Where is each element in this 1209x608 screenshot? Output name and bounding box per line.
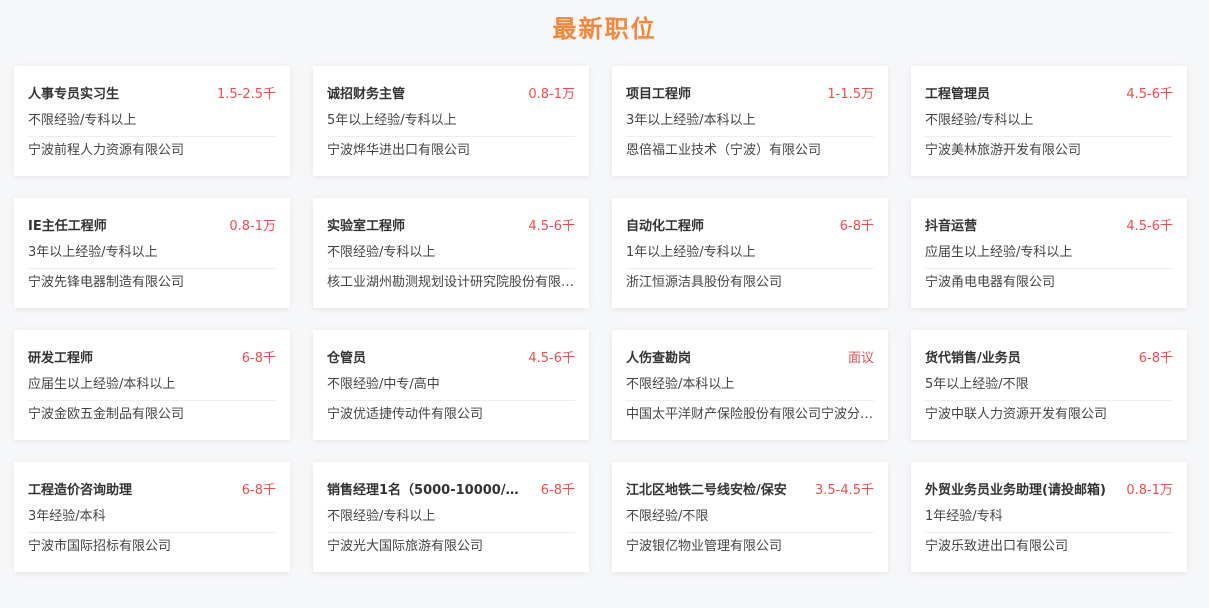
job-requirement: 1年以上经验/专科以上: [626, 245, 756, 260]
company-name[interactable]: 宁波金欧五金制品有限公司: [28, 405, 276, 425]
job-title[interactable]: 抖音运营: [925, 215, 977, 234]
job-title[interactable]: 人事专员实习生: [28, 83, 119, 102]
company-name[interactable]: 宁波烨华进出口有限公司: [327, 141, 575, 161]
job-requirement: 应届生以上经验/专科以上: [925, 245, 1073, 260]
latest-jobs-page: 最新职位 人事专员实习生 1.5-2.5千 不限经验/专科以上 宁波前程人力资源…: [0, 0, 1209, 608]
job-title[interactable]: 外贸业务员业务助理(请投邮箱): [925, 479, 1106, 498]
job-requirement: 3年以上经验/本科以上: [626, 113, 756, 128]
job-title[interactable]: 项目工程师: [626, 83, 691, 102]
company-name[interactable]: 恩倍福工业技术（宁波）有限公司: [626, 141, 874, 161]
job-salary: 6-8千: [1138, 350, 1173, 366]
company-name[interactable]: 宁波先锋电器制造有限公司: [28, 273, 276, 293]
section-title: 最新职位: [552, 15, 657, 43]
job-card[interactable]: 抖音运营 4.5-6千 应届生以上经验/专科以上 宁波甬电电器有限公司: [911, 198, 1187, 308]
job-requirement: 3年以上经验/专科以上: [28, 245, 158, 260]
job-requirement: 3年经验/本科: [28, 509, 106, 524]
job-requirement: 1年经验/专科: [925, 509, 1003, 524]
job-salary: 1.5-2.5千: [216, 86, 276, 102]
company-name[interactable]: 宁波乐致进出口有限公司: [925, 537, 1173, 557]
job-salary: 4.5-6千: [1126, 218, 1173, 234]
job-title[interactable]: 销售经理1名（5000-10000/月）: [327, 479, 527, 498]
job-requirement: 应届生以上经验/本科以上: [28, 377, 176, 392]
divider: [626, 400, 874, 401]
job-card[interactable]: 诚招财务主管 0.8-1万 5年以上经验/专科以上 宁波烨华进出口有限公司: [313, 66, 589, 176]
job-salary: 面议: [847, 350, 874, 366]
job-title[interactable]: IE主任工程师: [28, 215, 107, 234]
job-requirement: 不限经验/专科以上: [925, 113, 1034, 128]
job-title[interactable]: 工程造价咨询助理: [28, 479, 132, 498]
job-salary: 1-1.5万: [827, 86, 874, 102]
divider: [28, 400, 276, 401]
job-salary: 6-8千: [540, 482, 575, 498]
job-title[interactable]: 货代销售/业务员: [925, 347, 1021, 366]
job-salary: 0.8-1万: [1126, 482, 1173, 498]
company-name[interactable]: 宁波银亿物业管理有限公司: [626, 537, 874, 557]
job-card[interactable]: 仓管员 4.5-6千 不限经验/中专/高中 宁波优适捷传动件有限公司: [313, 330, 589, 440]
job-card[interactable]: 自动化工程师 6-8千 1年以上经验/专科以上 浙江恒源洁具股份有限公司: [612, 198, 888, 308]
job-card[interactable]: 研发工程师 6-8千 应届生以上经验/本科以上 宁波金欧五金制品有限公司: [14, 330, 290, 440]
divider: [28, 532, 276, 533]
job-title[interactable]: 人伤查勘岗: [626, 347, 691, 366]
job-card[interactable]: 实验室工程师 4.5-6千 不限经验/专科以上 核工业湖州勘测规划设计研究院股份…: [313, 198, 589, 308]
job-salary: 3.5-4.5千: [814, 482, 874, 498]
job-card[interactable]: 江北区地铁二号线安检/保安 3.5-4.5千 不限经验/不限 宁波银亿物业管理有…: [612, 462, 888, 572]
job-card[interactable]: 销售经理1名（5000-10000/月） 6-8千 不限经验/专科以上 宁波光大…: [313, 462, 589, 572]
job-card[interactable]: 外贸业务员业务助理(请投邮箱) 0.8-1万 1年经验/专科 宁波乐致进出口有限…: [911, 462, 1187, 572]
job-title[interactable]: 江北区地铁二号线安检/保安: [626, 479, 787, 498]
job-requirement: 不限经验/不限: [626, 509, 709, 524]
job-requirement: 不限经验/中专/高中: [327, 377, 440, 392]
company-name[interactable]: 核工业湖州勘测规划设计研究院股份有限公司: [327, 273, 575, 293]
divider: [626, 532, 874, 533]
job-card[interactable]: 货代销售/业务员 6-8千 5年以上经验/不限 宁波中联人力资源开发有限公司: [911, 330, 1187, 440]
company-name[interactable]: 宁波优适捷传动件有限公司: [327, 405, 575, 425]
job-salary: 4.5-6千: [528, 218, 575, 234]
divider: [327, 532, 575, 533]
job-card[interactable]: 工程管理员 4.5-6千 不限经验/专科以上 宁波美林旅游开发有限公司: [911, 66, 1187, 176]
divider: [925, 136, 1173, 137]
job-card[interactable]: 人伤查勘岗 面议 不限经验/本科以上 中国太平洋财产保险股份有限公司宁波分公司: [612, 330, 888, 440]
job-title[interactable]: 研发工程师: [28, 347, 93, 366]
job-salary: 6-8千: [241, 350, 276, 366]
company-name[interactable]: 宁波前程人力资源有限公司: [28, 141, 276, 161]
job-card[interactable]: 工程造价咨询助理 6-8千 3年经验/本科 宁波市国际招标有限公司: [14, 462, 290, 572]
job-title[interactable]: 自动化工程师: [626, 215, 704, 234]
job-salary: 6-8千: [839, 218, 874, 234]
divider: [925, 532, 1173, 533]
job-grid: 人事专员实习生 1.5-2.5千 不限经验/专科以上 宁波前程人力资源有限公司 …: [14, 66, 1187, 572]
divider: [925, 400, 1173, 401]
company-name[interactable]: 浙江恒源洁具股份有限公司: [626, 273, 874, 293]
job-title[interactable]: 诚招财务主管: [327, 83, 405, 102]
company-name[interactable]: 中国太平洋财产保险股份有限公司宁波分公司: [626, 405, 874, 425]
company-name[interactable]: 宁波中联人力资源开发有限公司: [925, 405, 1173, 425]
divider: [28, 136, 276, 137]
job-requirement: 不限经验/专科以上: [28, 113, 137, 128]
job-salary: 4.5-6千: [528, 350, 575, 366]
job-requirement: 5年以上经验/专科以上: [327, 113, 457, 128]
company-name[interactable]: 宁波市国际招标有限公司: [28, 537, 276, 557]
divider: [327, 268, 575, 269]
job-title[interactable]: 工程管理员: [925, 83, 990, 102]
job-requirement: 不限经验/专科以上: [327, 509, 436, 524]
job-requirement: 不限经验/本科以上: [626, 377, 735, 392]
job-requirement: 5年以上经验/不限: [925, 377, 1029, 392]
job-salary: 4.5-6千: [1126, 86, 1173, 102]
job-requirement: 不限经验/专科以上: [327, 245, 436, 260]
divider: [626, 136, 874, 137]
divider: [327, 136, 575, 137]
divider: [327, 400, 575, 401]
divider: [28, 268, 276, 269]
job-salary: 0.8-1万: [528, 86, 575, 102]
job-title[interactable]: 仓管员: [327, 347, 366, 366]
company-name[interactable]: 宁波美林旅游开发有限公司: [925, 141, 1173, 161]
job-title[interactable]: 实验室工程师: [327, 215, 405, 234]
job-card[interactable]: IE主任工程师 0.8-1万 3年以上经验/专科以上 宁波先锋电器制造有限公司: [14, 198, 290, 308]
company-name[interactable]: 宁波甬电电器有限公司: [925, 273, 1173, 293]
job-salary: 0.8-1万: [229, 218, 276, 234]
job-card[interactable]: 人事专员实习生 1.5-2.5千 不限经验/专科以上 宁波前程人力资源有限公司: [14, 66, 290, 176]
job-card[interactable]: 项目工程师 1-1.5万 3年以上经验/本科以上 恩倍福工业技术（宁波）有限公司: [612, 66, 888, 176]
divider: [626, 268, 874, 269]
divider: [925, 268, 1173, 269]
job-salary: 6-8千: [241, 482, 276, 498]
company-name[interactable]: 宁波光大国际旅游有限公司: [327, 537, 575, 557]
